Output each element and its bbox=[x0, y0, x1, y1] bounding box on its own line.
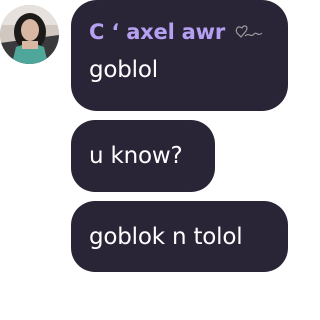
avatar[interactable] bbox=[0, 5, 59, 64]
message-text: goblol bbox=[89, 57, 158, 83]
message-bubble[interactable]: u know? bbox=[71, 120, 215, 192]
message-bubble[interactable]: C ʻ axel awr goblol bbox=[71, 0, 288, 111]
sender-row: C ʻ axel awr bbox=[89, 15, 288, 49]
heart-scribble-icon bbox=[233, 21, 265, 43]
sender-name[interactable]: C ʻ axel awr bbox=[89, 20, 225, 44]
message-bubble[interactable]: goblok n tolol bbox=[71, 201, 288, 272]
chat-message-group: C ʻ axel awr goblol u know? goblok n tol… bbox=[0, 0, 288, 320]
message-text: u know? bbox=[89, 143, 183, 169]
message-text: goblok n tolol bbox=[89, 223, 243, 250]
avatar-photo bbox=[0, 5, 59, 64]
